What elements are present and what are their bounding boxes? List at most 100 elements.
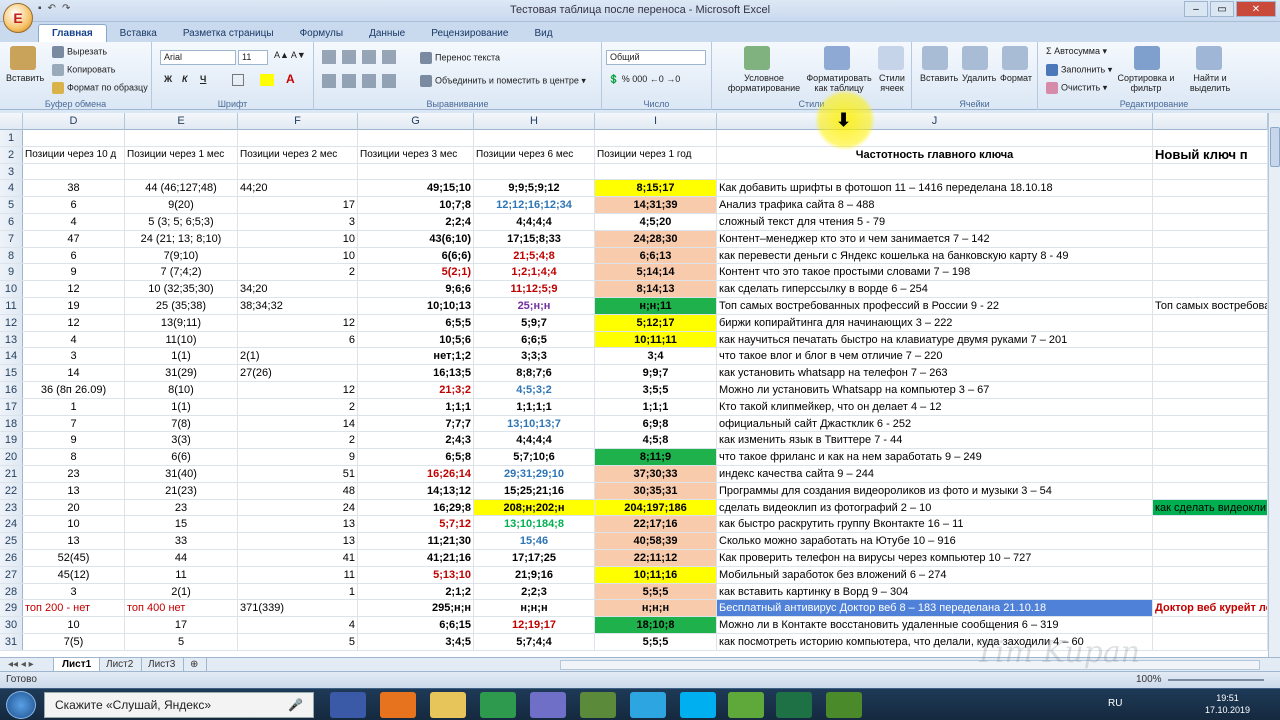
cell[interactable]: 25;н;н bbox=[474, 298, 595, 314]
row-header[interactable]: 21 bbox=[0, 466, 23, 482]
font-color-icon[interactable]: A bbox=[286, 72, 295, 86]
cell[interactable] bbox=[238, 163, 358, 180]
cell[interactable]: 12 bbox=[238, 314, 358, 331]
cell[interactable]: как научиться печатать быстро на клавиат… bbox=[717, 331, 1153, 348]
cell[interactable]: Частотность главного ключа bbox=[717, 146, 1153, 163]
cell[interactable]: 23 bbox=[23, 466, 125, 482]
taskbar-search[interactable]: Скажите «Слушай, Яндекс» 🎤 bbox=[44, 692, 314, 718]
cell[interactable]: 5;7;12 bbox=[358, 516, 474, 533]
autosum-button[interactable]: Σ Автосумма ▾ bbox=[1046, 46, 1107, 57]
maximize-button[interactable]: ▭ bbox=[1210, 1, 1234, 17]
delete-cells-button[interactable]: Удалить bbox=[962, 73, 996, 83]
cell[interactable]: 10;7;8 bbox=[358, 197, 474, 213]
cell[interactable]: как сделать видеокли bbox=[1153, 499, 1268, 516]
cell[interactable]: 1;2;1;4;4 bbox=[474, 264, 595, 281]
row-header[interactable]: 2 bbox=[0, 146, 23, 163]
cell[interactable]: 5;12;17 bbox=[595, 314, 717, 331]
sort-filter-button[interactable]: Сортировка и фильтр bbox=[1114, 73, 1178, 93]
cell[interactable]: 2;4;3 bbox=[358, 432, 474, 449]
app-icon[interactable] bbox=[530, 692, 566, 718]
cell[interactable] bbox=[1153, 398, 1268, 415]
app2-icon[interactable] bbox=[580, 692, 616, 718]
cell[interactable]: 9 bbox=[23, 432, 125, 449]
cell[interactable]: 12;12;16;12;34 bbox=[474, 197, 595, 213]
cell[interactable]: 6;5;5 bbox=[358, 314, 474, 331]
cell[interactable]: 9(20) bbox=[125, 197, 238, 213]
cell[interactable]: 6;9;8 bbox=[595, 415, 717, 432]
cell[interactable]: 13 bbox=[23, 533, 125, 549]
cell[interactable]: 17 bbox=[238, 197, 358, 213]
sheet-tab-3[interactable]: Лист3 bbox=[140, 658, 185, 671]
cell[interactable]: 31(29) bbox=[125, 365, 238, 381]
cell[interactable]: 17 bbox=[125, 617, 238, 633]
sheet-tab-1[interactable]: Лист1 bbox=[54, 658, 101, 671]
underline-button[interactable]: Ч bbox=[200, 74, 206, 84]
cell[interactable]: 5;9;7 bbox=[474, 314, 595, 331]
cell[interactable]: 12 bbox=[23, 314, 125, 331]
cell[interactable]: 4;5;20 bbox=[595, 214, 717, 230]
cell[interactable]: 30;35;31 bbox=[595, 482, 717, 499]
cell[interactable]: 17;15;8;33 bbox=[474, 230, 595, 247]
cell[interactable]: 29;31;29;10 bbox=[474, 466, 595, 482]
cell[interactable]: 41;21;16 bbox=[358, 550, 474, 566]
cell[interactable]: 6 bbox=[23, 247, 125, 264]
cell[interactable]: 5 (3; 5; 6;5;3) bbox=[125, 214, 238, 230]
cell[interactable]: 52(45) bbox=[23, 550, 125, 566]
cell[interactable] bbox=[1153, 634, 1268, 650]
cell[interactable] bbox=[1153, 533, 1268, 549]
cell[interactable]: 5;13;10 bbox=[358, 566, 474, 583]
cell[interactable]: 9 bbox=[23, 264, 125, 281]
cell[interactable]: 7 (7;4;2) bbox=[125, 264, 238, 281]
cell[interactable]: 40;58;39 bbox=[595, 533, 717, 549]
cell[interactable] bbox=[1153, 449, 1268, 465]
cell[interactable] bbox=[1153, 197, 1268, 213]
cell[interactable]: 36 (8п 26.09) bbox=[23, 382, 125, 398]
cell[interactable]: Топ самых востребованных профессий в Рос… bbox=[717, 298, 1153, 314]
cell[interactable]: 5;5;5 bbox=[595, 634, 717, 650]
camtasia-icon[interactable] bbox=[728, 692, 764, 718]
merge-center-button[interactable]: Объединить и поместить в центре ▾ bbox=[420, 75, 586, 87]
row-header[interactable]: 7 bbox=[0, 230, 23, 247]
row-header[interactable]: 22 bbox=[0, 482, 23, 499]
row-header[interactable]: 28 bbox=[0, 583, 23, 600]
align-left-icons[interactable] bbox=[322, 74, 402, 88]
cell[interactable] bbox=[1153, 516, 1268, 533]
cell[interactable]: официальный сайт Джастклик 6 - 252 bbox=[717, 415, 1153, 432]
cell[interactable]: 8;11;9 bbox=[595, 449, 717, 465]
cell[interactable] bbox=[474, 130, 595, 146]
cut-button[interactable]: Вырезать bbox=[52, 46, 107, 58]
new-sheet-icon[interactable]: ⊕ bbox=[182, 658, 208, 671]
insert-cells-button[interactable]: Вставить bbox=[920, 73, 958, 83]
cell[interactable]: Контент–менеджер кто это и чем занимаетс… bbox=[717, 230, 1153, 247]
row-header[interactable]: 11 bbox=[0, 298, 23, 314]
cell[interactable] bbox=[125, 130, 238, 146]
cell[interactable] bbox=[1153, 264, 1268, 281]
cell[interactable]: 208;н;202;н bbox=[474, 499, 595, 516]
office-button[interactable]: E bbox=[3, 3, 33, 33]
cell[interactable]: 6 bbox=[23, 197, 125, 213]
row-header[interactable]: 3 bbox=[0, 163, 23, 180]
worksheet-grid[interactable]: 1 2 Позиции через 10 д Позиции через 1 мес П… bbox=[0, 130, 1268, 657]
cell[interactable]: 11;21;30 bbox=[358, 533, 474, 549]
cell[interactable] bbox=[238, 365, 358, 381]
cell[interactable]: как быстро раскрутить группу Вконтакте 1… bbox=[717, 516, 1153, 533]
cell[interactable]: 11;12;5;9 bbox=[474, 281, 595, 297]
cell[interactable]: н;н;н bbox=[595, 600, 717, 617]
cell[interactable]: 15;46 bbox=[474, 533, 595, 549]
conditional-format-button[interactable]: Условное форматирование bbox=[718, 73, 810, 93]
column-header-h[interactable]: H bbox=[474, 113, 595, 130]
paste-button[interactable]: Вставить bbox=[6, 73, 44, 83]
row-header[interactable]: 6 bbox=[0, 214, 23, 230]
cell[interactable]: 14;31;39 bbox=[595, 197, 717, 213]
cell[interactable]: Контент что это такое простыми словами 7… bbox=[717, 264, 1153, 281]
cell[interactable] bbox=[238, 180, 358, 197]
cell[interactable]: 43(6;10) bbox=[358, 230, 474, 247]
cell[interactable]: 7(5) bbox=[23, 634, 125, 650]
cell[interactable]: 8 bbox=[23, 449, 125, 465]
cell[interactable]: Новый ключ п bbox=[1153, 146, 1268, 163]
cell[interactable]: 9;9;7 bbox=[595, 365, 717, 381]
cell[interactable]: 44 (46;127;48) bbox=[125, 180, 238, 197]
cell[interactable]: биржи копирайтинга для начинающих 3 – 22… bbox=[717, 314, 1153, 331]
cell[interactable]: Можно ли установить Whatsapp на компьюте… bbox=[717, 382, 1153, 398]
cell[interactable]: Можно ли в Контакте восстановить удаленн… bbox=[717, 617, 1153, 633]
